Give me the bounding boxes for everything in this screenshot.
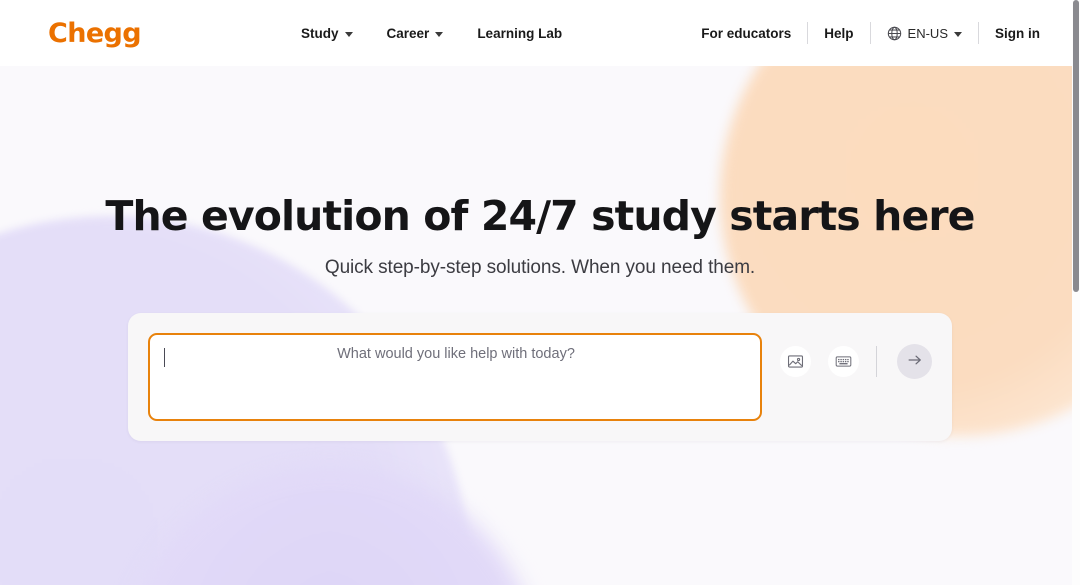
- page-root: Chegg Study Career Learning Lab For educ…: [0, 0, 1080, 585]
- utility-navigation: For educators Help EN-US Sign in: [685, 22, 1056, 44]
- chevron-down-icon: [344, 31, 353, 37]
- chevron-down-icon: [954, 31, 962, 37]
- search-card: What would you like help with today?: [128, 313, 952, 442]
- image-upload-button[interactable]: [780, 346, 811, 378]
- nav-item-career[interactable]: Career: [387, 26, 444, 41]
- language-label: EN-US: [907, 25, 948, 41]
- chegg-logo[interactable]: Chegg: [48, 20, 142, 47]
- nav-item-help[interactable]: Help: [808, 26, 869, 41]
- nav-item-career-label: Career: [386, 25, 430, 41]
- hero-content: The evolution of 24/7 study starts here …: [0, 66, 1080, 442]
- nav-item-study-label: Study: [301, 25, 339, 41]
- site-header: Chegg Study Career Learning Lab For educ…: [0, 0, 1080, 66]
- hero-section: The evolution of 24/7 study starts here …: [0, 66, 1080, 585]
- chevron-down-icon: [435, 31, 444, 37]
- search-actions: [780, 333, 932, 380]
- search-submit-button[interactable]: [897, 344, 932, 380]
- nav-item-learning-lab[interactable]: Learning Lab: [477, 26, 562, 41]
- actions-divider: [876, 346, 877, 378]
- text-cursor: [164, 348, 165, 368]
- math-keyboard-button[interactable]: [828, 346, 859, 378]
- sign-in-button[interactable]: Sign in: [979, 26, 1056, 41]
- arrow-right-icon: [906, 351, 924, 372]
- primary-navigation: Study Career Learning Lab: [301, 26, 562, 41]
- page-subtitle: Quick step-by-step solutions. When you n…: [324, 257, 756, 279]
- globe-icon: [887, 26, 902, 41]
- nav-item-learning-lab-label: Learning Lab: [477, 25, 563, 41]
- nav-item-study[interactable]: Study: [301, 26, 353, 41]
- page-title: The evolution of 24/7 study starts here: [105, 192, 975, 240]
- nav-item-for-educators[interactable]: For educators: [685, 26, 807, 41]
- keyboard-icon: [835, 353, 852, 370]
- image-icon: [787, 353, 804, 370]
- language-selector[interactable]: EN-US: [871, 26, 978, 41]
- search-input[interactable]: What would you like help with today?: [148, 333, 762, 422]
- page-scrollbar-thumb[interactable]: [1073, 0, 1079, 292]
- search-input-placeholder: What would you like help with today?: [337, 346, 575, 363]
